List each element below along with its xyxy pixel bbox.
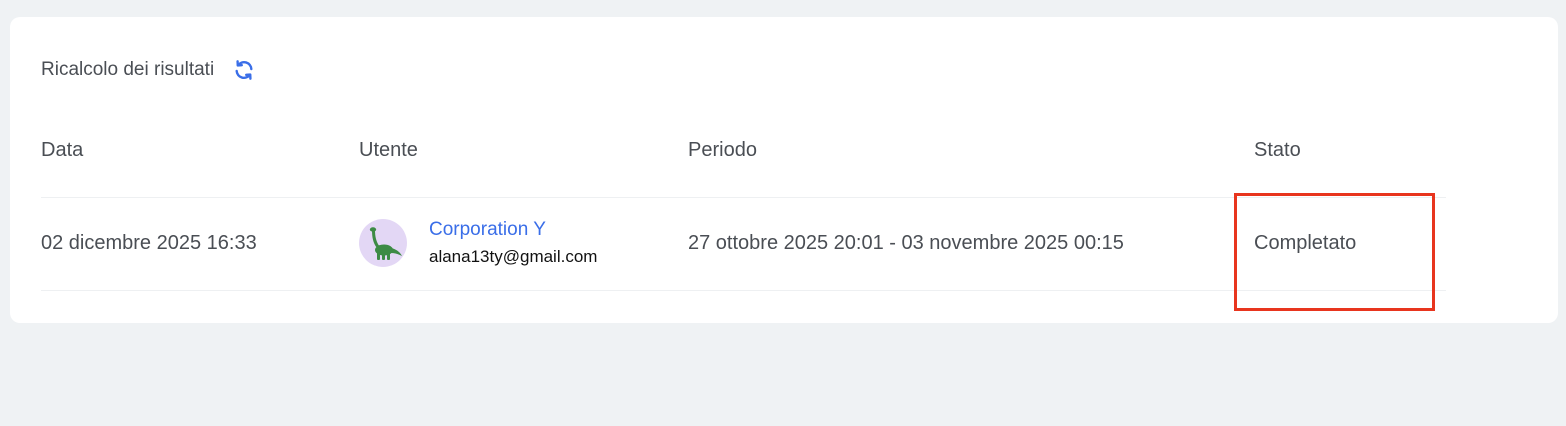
- card-title: Ricalcolo dei risultati: [41, 59, 215, 80]
- header-state: Stato: [1254, 139, 1301, 161]
- refresh-button[interactable]: [232, 58, 256, 82]
- header-user: Utente: [359, 139, 418, 161]
- row-period: 27 ottobre 2025 20:01 - 03 novembre 2025…: [688, 232, 1124, 254]
- row-date: 02 dicembre 2025 16:33: [41, 232, 257, 254]
- recalc-table: Data Utente Periodo Stato 02 dicembre 20…: [41, 127, 1446, 291]
- avatar: [359, 219, 407, 267]
- refresh-icon: [233, 59, 255, 81]
- recalc-results-card: Ricalcolo dei risultati Data Utente Peri…: [10, 17, 1558, 323]
- header-period: Periodo: [688, 139, 757, 161]
- user-name-link[interactable]: Corporation Y: [429, 219, 597, 241]
- user-email: alana13ty@gmail.com: [429, 247, 598, 266]
- header-data: Data: [41, 139, 84, 161]
- row-user: Corporation Y alana13ty@gmail.com: [359, 219, 597, 267]
- table-header: Data Utente Periodo Stato: [41, 127, 1446, 198]
- table-row: 02 dicembre 2025 16:33 Corporation Y ala…: [41, 198, 1446, 291]
- user-info: Corporation Y alana13ty@gmail.com: [429, 219, 597, 267]
- card-header: Ricalcolo dei risultati: [41, 57, 256, 83]
- dinosaur-icon: [363, 223, 403, 263]
- row-state: Completato: [1254, 232, 1357, 254]
